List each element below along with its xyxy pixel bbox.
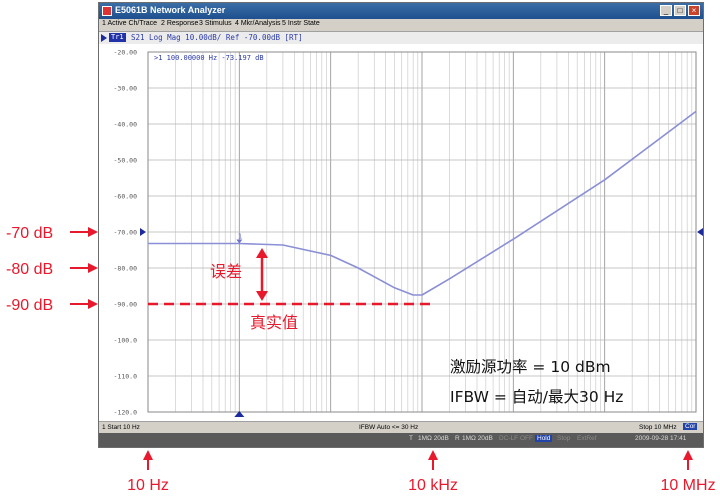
level-label: -70 dB [6, 225, 53, 242]
freq-arrow-icon [683, 450, 693, 460]
freq-arrow-icon [143, 450, 153, 460]
level-arrow-icon [88, 227, 98, 237]
freq-arrow-icon [428, 450, 438, 460]
error-arrow-up-icon [256, 247, 268, 258]
freq-label: 10 kHz [408, 477, 458, 494]
y-tick-label: -90.00 [114, 301, 138, 309]
true-value-label: 真实值 [250, 313, 298, 332]
level-label: -80 dB [6, 261, 53, 278]
level-arrow-icon [88, 263, 98, 273]
error-label: 误差 [210, 262, 242, 281]
marker-label: 1 [238, 233, 242, 241]
y-tick-label: -50.00 [114, 157, 138, 165]
ifbw-note: IFBW = 自动/最大30 Hz [450, 388, 623, 406]
y-tick-label: -70.00 [114, 229, 138, 237]
y-tick-label: -100.0 [114, 337, 138, 345]
freq-label: 10 Hz [127, 477, 169, 494]
freq-label: 10 MHz [660, 477, 715, 494]
y-tick-label: -30.00 [114, 85, 138, 93]
y-tick-label: -20.00 [114, 49, 138, 57]
y-tick-label: -110.0 [114, 373, 138, 381]
error-arrow-down-icon [256, 291, 268, 301]
excitation-power-note: 激励源功率 = 10 dBm [450, 358, 611, 376]
y-tick-label: -80.00 [114, 265, 138, 273]
y-tick-label: -120.0 [114, 409, 138, 417]
ref-level-left-icon[interactable] [140, 228, 146, 236]
y-tick-label: -40.00 [114, 121, 138, 129]
ref-level-right-icon[interactable] [697, 228, 703, 236]
level-arrow-icon [88, 299, 98, 309]
chart-overlay: -20.00 -30.00 -40.00 -50.00 -60.00 -70.00 -80.… [6, 49, 716, 495]
level-label: -90 dB [6, 297, 53, 314]
marker-readout: >1 100.00000 Hz -73.197 dB [154, 54, 264, 62]
y-tick-label: -60.00 [114, 193, 138, 201]
grid [147, 51, 697, 413]
